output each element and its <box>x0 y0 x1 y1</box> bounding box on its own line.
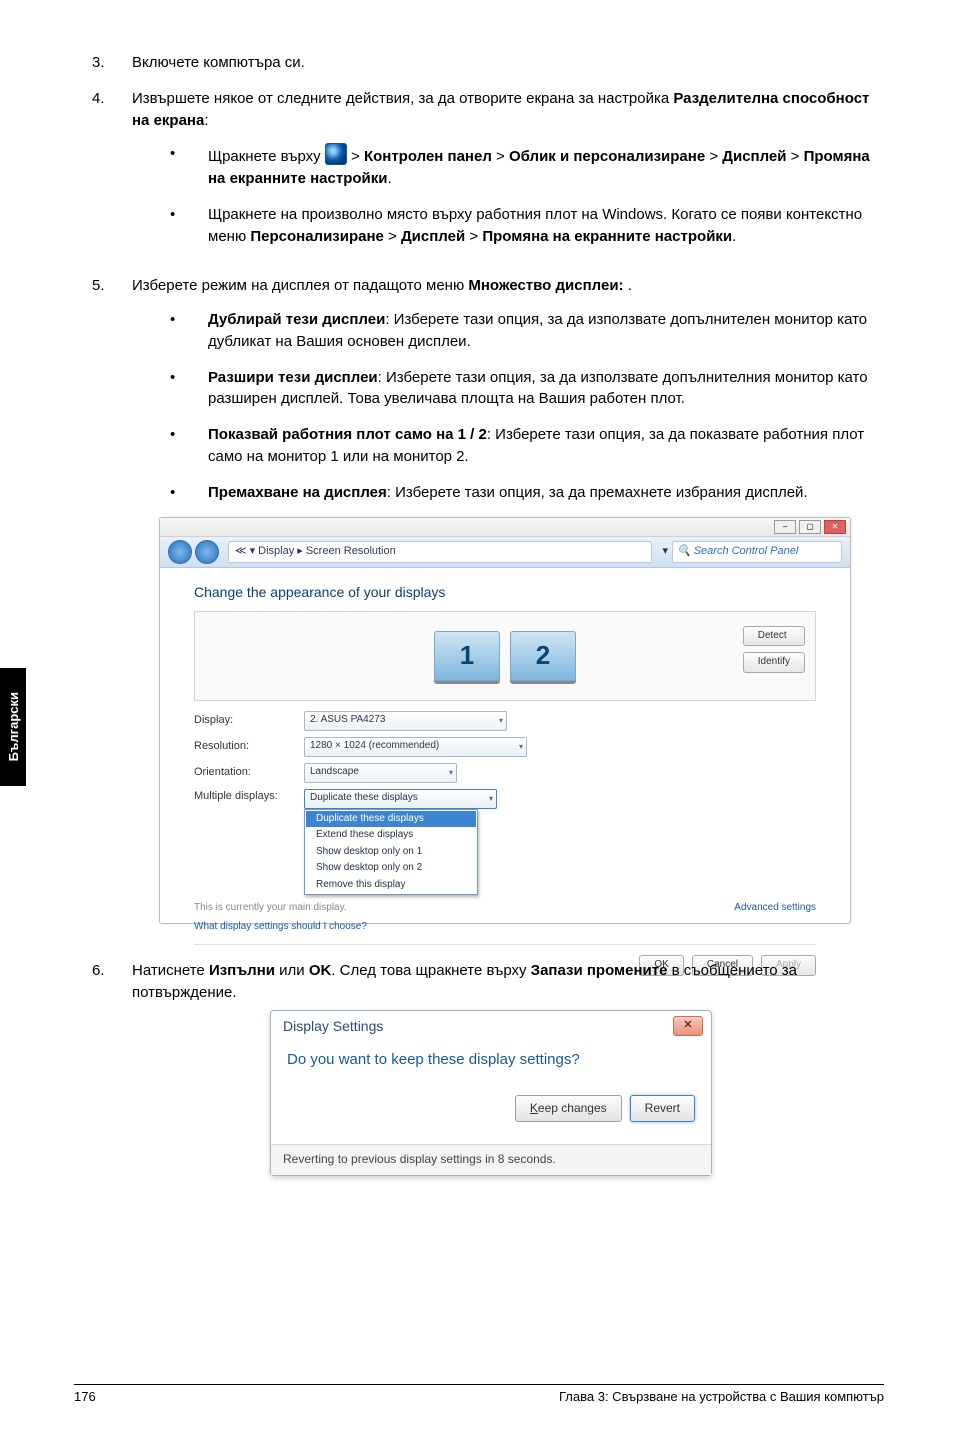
step4-bullet-2: Щракнете на произволно място върху работ… <box>208 204 878 248</box>
page-number: 176 <box>74 1389 96 1404</box>
bullet: • <box>170 367 208 411</box>
step5-item-1: Дублирай тези дисплеи: Изберете тази опц… <box>208 309 878 353</box>
dd-opt-extend[interactable]: Extend these displays <box>306 827 476 844</box>
dialog-close-icon[interactable]: ✕ <box>673 1016 703 1036</box>
step-number-5: 5. <box>92 275 132 946</box>
monitor-1-icon[interactable]: 1 <box>434 631 500 681</box>
bullet: • <box>170 143 208 190</box>
forward-button[interactable] <box>195 540 219 564</box>
step5-item-4: Премахване на дисплея: Изберете тази опц… <box>208 482 808 504</box>
dd-opt-show2[interactable]: Show desktop only on 2 <box>306 860 476 877</box>
orientation-select[interactable]: Landscape <box>304 763 457 783</box>
back-button[interactable] <box>168 540 192 564</box>
step-number-6: 6. <box>92 960 132 1175</box>
dd-opt-remove[interactable]: Remove this display <box>306 877 476 894</box>
search-input[interactable]: 🔍Search Control Panel <box>672 541 842 563</box>
step5-item-3: Показвай работния плот само на 1 / 2: Из… <box>208 424 878 468</box>
refresh-icon[interactable]: ▾ <box>662 544 668 560</box>
resolution-label: Resolution: <box>194 739 304 755</box>
bullet: • <box>170 204 208 248</box>
keep-changes-button[interactable]: Keep changes <box>515 1095 622 1122</box>
display-label: Display: <box>194 713 304 729</box>
step-5-intro: Изберете режим на дисплея от падащото ме… <box>132 277 632 294</box>
step5-item-2: Разшири тези дисплеи: Изберете тази опци… <box>208 367 878 411</box>
resolution-select[interactable]: 1280 × 1024 (recommended) <box>304 737 527 757</box>
dialog-status: Reverting to previous display settings i… <box>271 1144 711 1174</box>
bullet: • <box>170 482 208 504</box>
step4-bullet-1: Щракнете върху > Контролен панел > Облик… <box>208 143 878 190</box>
step-number-4: 4. <box>92 88 132 262</box>
display-select[interactable]: 2. ASUS PA4273 <box>304 711 507 731</box>
window-heading: Change the appearance of your displays <box>194 582 816 602</box>
window-titlebar: – ▢ ✕ <box>160 518 850 537</box>
step-number-3: 3. <box>92 52 132 74</box>
multiple-displays-dropdown[interactable]: Duplicate these displays Extend these di… <box>304 809 478 896</box>
detect-button[interactable]: Detect <box>743 626 805 647</box>
side-language-tab: Български <box>0 668 26 786</box>
step-3-text: Включете компютъра си. <box>132 52 878 74</box>
step-4-intro: Извършете някое от следните действия, за… <box>132 90 869 129</box>
windows-start-icon <box>325 143 347 165</box>
screen-resolution-window: – ▢ ✕ ≪ ▾ Display ▸ Screen Resolution ▾ … <box>159 517 851 924</box>
dialog-question: Do you want to keep these display settin… <box>287 1049 695 1071</box>
minimize-icon[interactable]: – <box>774 520 796 534</box>
identify-button[interactable]: Identify <box>743 652 805 673</box>
side-language-label: Български <box>6 692 21 761</box>
chapter-title: Глава 3: Свързване на устройства с Вашия… <box>559 1389 884 1404</box>
bullet: • <box>170 309 208 353</box>
multiple-displays-label: Multiple displays: <box>194 789 304 805</box>
main-display-note: This is currently your main display. <box>194 901 347 916</box>
multiple-displays-select[interactable]: Duplicate these displays <box>304 789 497 809</box>
dd-opt-duplicate[interactable]: Duplicate these displays <box>306 811 476 828</box>
step-6-text: Натиснете Изпълни или OK. След това щрак… <box>132 962 797 1001</box>
maximize-icon[interactable]: ▢ <box>799 520 821 534</box>
display-settings-dialog: Display Settings ✕ Do you want to keep t… <box>270 1010 712 1176</box>
orientation-label: Orientation: <box>194 765 304 781</box>
dialog-title: Display Settings <box>283 1016 383 1036</box>
dd-opt-show1[interactable]: Show desktop only on 1 <box>306 844 476 861</box>
bullet: • <box>170 424 208 468</box>
breadcrumb[interactable]: ≪ ▾ Display ▸ Screen Resolution <box>228 541 652 563</box>
monitor-2-icon[interactable]: 2 <box>510 631 576 681</box>
revert-button[interactable]: Revert <box>630 1095 695 1122</box>
advanced-settings-link[interactable]: Advanced settings <box>734 901 816 916</box>
help-link[interactable]: What display settings should I choose? <box>194 920 816 935</box>
close-icon[interactable]: ✕ <box>824 520 846 534</box>
monitor-preview-panel: 1 2 Detect Identify <box>194 611 816 701</box>
